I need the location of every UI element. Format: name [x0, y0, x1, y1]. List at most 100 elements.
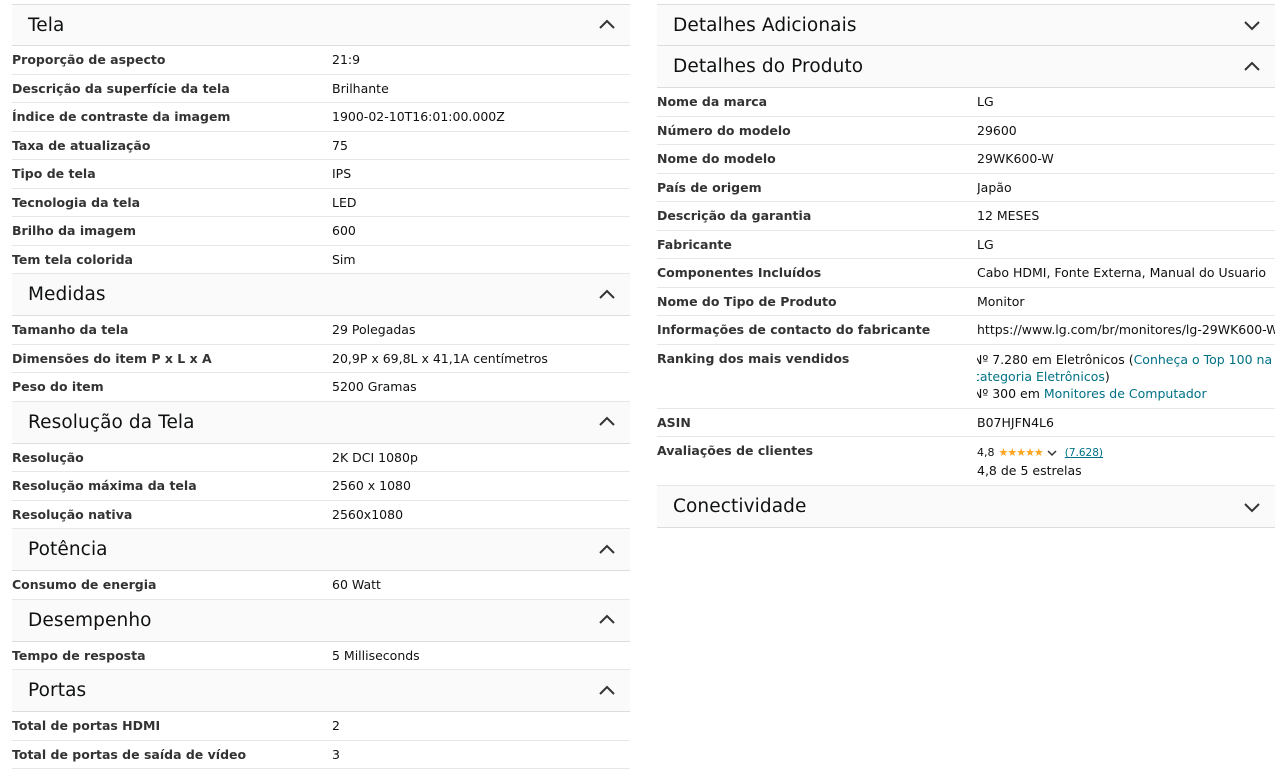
- section-title: Portas: [28, 680, 87, 701]
- row-key: Taxa de atualização: [12, 137, 151, 153]
- section-title: Conectividade: [673, 496, 807, 517]
- row-value: 5200 Gramas: [332, 379, 417, 395]
- chevron-up-icon: [599, 544, 615, 554]
- row-value: 21:9: [332, 52, 361, 68]
- section-header-detalhes-do-produto[interactable]: Detalhes do Produto: [657, 46, 1275, 88]
- rank-1-suffix: ): [1104, 368, 1110, 384]
- rating-line[interactable]: 4,8 ★★★★★ (7.628): [977, 443, 1275, 462]
- table-row: Tem tela colorida Sim: [12, 246, 630, 274]
- table-row: Consumo de energia 60 Watt: [12, 571, 630, 600]
- row-key: Peso do item: [12, 379, 104, 395]
- rank-line-1: Nº 7.280 em Eletrônicos (Conheça o Top 1…: [977, 351, 1275, 385]
- reviews-count-link[interactable]: (7.628): [1065, 447, 1103, 459]
- chevron-up-icon: [599, 416, 615, 426]
- table-row: Índice de contraste da imagem 1900-02-10T…: [12, 103, 630, 132]
- section-header-tela[interactable]: Tela: [12, 4, 630, 46]
- table-row: Resolução máxima da tela 2560 x 1080: [12, 472, 630, 501]
- table-row: Descrição da garantia 12 MESES: [657, 202, 1275, 231]
- section-title: Resolução da Tela: [28, 411, 195, 433]
- table-row: País de origem Japão: [657, 174, 1275, 202]
- section-header-conectividade[interactable]: Conectividade: [657, 486, 1275, 528]
- row-value: 29600: [977, 122, 1017, 138]
- table-row: Brilho da imagem 600: [12, 217, 630, 246]
- table-row: Total de portas HDMI 2: [12, 712, 630, 741]
- table-row: Resolução nativa 2560x1080: [12, 501, 630, 529]
- section-header-desempenho[interactable]: Desempenho: [12, 599, 630, 642]
- chevron-up-icon: [1244, 61, 1260, 71]
- table-row-reviews: Avaliações de clientes 4,8 ★★★★★ (7.628)…: [657, 437, 1275, 486]
- chevron-up-icon: [599, 685, 615, 695]
- table-row: Total de portas de saída de vídeo 3: [12, 741, 630, 769]
- row-value: Sim: [332, 251, 356, 267]
- section-header-potencia[interactable]: Potência: [12, 529, 630, 571]
- monitores-link[interactable]: Monitores de Computador: [1044, 386, 1207, 401]
- row-key: Índice de contraste da imagem: [12, 109, 231, 125]
- row-value: 2560x1080: [332, 506, 404, 522]
- section-title: Medidas: [28, 284, 106, 305]
- row-key: Descrição da superfície da tela: [12, 80, 230, 96]
- row-key: Brilho da imagem: [12, 223, 137, 239]
- section-title: Detalhes do Produto: [673, 56, 864, 77]
- star-rating-icon: ★★★★★: [998, 446, 1043, 459]
- row-value: Monitor: [977, 293, 1025, 309]
- section-header-resolucao-da-tela[interactable]: Resolução da Tela: [12, 401, 630, 444]
- row-key: Resolução: [12, 449, 84, 465]
- chevron-down-icon: [1244, 502, 1260, 512]
- section-header-medidas[interactable]: Medidas: [12, 274, 630, 316]
- row-key: Total de portas HDMI: [12, 718, 161, 734]
- row-value: 2: [332, 718, 340, 734]
- row-key: Dimensões do item P x L x A: [12, 350, 212, 366]
- chevron-down-icon: [1047, 449, 1057, 456]
- row-value: 600: [332, 223, 356, 239]
- table-row-ranking: Ranking dos mais vendidos Nº 7.280 em El…: [657, 345, 1275, 409]
- row-value: 75: [332, 137, 348, 153]
- table-row: Tempo de resposta 5 Milliseconds: [12, 642, 630, 670]
- rank-1-prefix: Nº 7.280 em Eletrônicos (: [977, 351, 1134, 367]
- table-row: Fabricante LG: [657, 231, 1275, 259]
- table-row: Proporção de aspecto 21:9: [12, 46, 630, 75]
- row-key: Fabricante: [657, 236, 732, 252]
- chevron-up-icon: [599, 19, 615, 29]
- row-value: 2K DCI 1080p: [332, 449, 418, 465]
- row-value: 29WK600-W: [977, 151, 1054, 167]
- row-key: Total de portas de saída de vídeo: [12, 746, 247, 762]
- table-row: Nome do Tipo de Produto Monitor: [657, 288, 1275, 316]
- row-value: IPS: [332, 166, 352, 182]
- right-column: Detalhes Adicionais Detalhes do Produto …: [657, 4, 1275, 528]
- row-key: Tipo de tela: [12, 166, 96, 182]
- table-row: Nome do modelo 29WK600-W: [657, 145, 1275, 174]
- table-row: Dimensões do item P x L x A 20,9P x 69,8L…: [12, 345, 630, 373]
- row-value: 3: [332, 746, 340, 762]
- row-value: 29 Polegadas: [332, 322, 416, 338]
- row-value: 12 MESES: [977, 208, 1040, 224]
- table-row: Taxa de atualização 75: [12, 132, 630, 160]
- table-row: Tamanho da tela 29 Polegadas: [12, 316, 630, 345]
- product-details-table: Nome da marca LG Número do modelo 29600 Nome…: [657, 88, 1275, 345]
- row-key: Número do modelo: [657, 122, 791, 138]
- row-key: Tamanho da tela: [12, 322, 129, 338]
- section-header-detalhes-adicionais[interactable]: Detalhes Adicionais: [657, 4, 1275, 46]
- row-value: 1900-02-10T16:01:00.000Z: [332, 109, 505, 125]
- row-key: Nome do modelo: [657, 151, 776, 167]
- row-key: Componentes Incluídos: [657, 265, 822, 281]
- table-row: Descrição da superfície da tela Brilhante: [12, 75, 630, 103]
- row-key: Nome da marca: [657, 94, 768, 110]
- row-key: Resolução nativa: [12, 506, 133, 522]
- chevron-up-icon: [599, 614, 615, 624]
- rating-summary: 4,8 de 5 estrelas: [977, 463, 1082, 478]
- section-header-portas[interactable]: Portas: [12, 670, 630, 712]
- row-key: Avaliações de clientes: [657, 443, 814, 458]
- row-value: https://www.lg.com/br/monitores/lg-29WK6…: [977, 322, 1275, 338]
- table-row: Informações de contacto do fabricante htt…: [657, 316, 1275, 345]
- table-row: Número do modelo 29600: [657, 117, 1275, 145]
- row-key: Informações de contacto do fabricante: [657, 322, 931, 338]
- row-value-ranking: Nº 7.280 em Eletrônicos (Conheça o Top 1…: [977, 351, 1275, 402]
- row-value: Japão: [977, 179, 1012, 195]
- table-row: Peso do item 5200 Gramas: [12, 373, 630, 402]
- row-key: Tecnologia da tela: [12, 194, 141, 210]
- row-value: B07HJFN4L6: [977, 414, 1054, 430]
- section-title: Tela: [28, 14, 65, 36]
- row-key: Resolução máxima da tela: [12, 478, 197, 494]
- section-title: Potência: [28, 539, 108, 560]
- row-value-reviews: 4,8 ★★★★★ (7.628) 4,8 de 5 estrelas: [977, 443, 1275, 479]
